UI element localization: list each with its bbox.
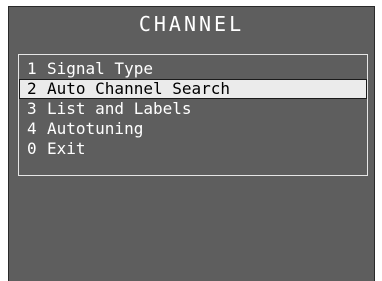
menu-item-label: Autotuning bbox=[47, 119, 144, 138]
tv-menu-screen: CHANNEL 1 Signal Type 2 Auto Channel Searc… bbox=[8, 6, 375, 281]
menu-item-autotuning[interactable]: 4 Autotuning bbox=[19, 119, 367, 139]
menu-item-list-and-labels[interactable]: 3 List and Labels bbox=[19, 99, 367, 119]
menu-item-number: 3 bbox=[27, 99, 37, 118]
menu-item-number: 0 bbox=[27, 139, 37, 158]
menu-item-auto-channel-search[interactable]: 2 Auto Channel Search bbox=[19, 79, 367, 99]
menu-item-label: Signal Type bbox=[47, 59, 153, 78]
menu-item-number: 4 bbox=[27, 119, 37, 138]
menu-item-label: Auto Channel Search bbox=[47, 79, 231, 98]
menu-list: 1 Signal Type 2 Auto Channel Search 3 List … bbox=[18, 54, 368, 176]
menu-item-number: 1 bbox=[27, 59, 37, 78]
menu-item-label: List and Labels bbox=[47, 99, 192, 118]
menu-item-signal-type[interactable]: 1 Signal Type bbox=[19, 59, 367, 79]
menu-item-number: 2 bbox=[27, 79, 37, 98]
menu-title: CHANNEL bbox=[138, 12, 245, 36]
menu-item-exit[interactable]: 0 Exit bbox=[19, 139, 367, 159]
menu-item-label: Exit bbox=[47, 139, 86, 158]
